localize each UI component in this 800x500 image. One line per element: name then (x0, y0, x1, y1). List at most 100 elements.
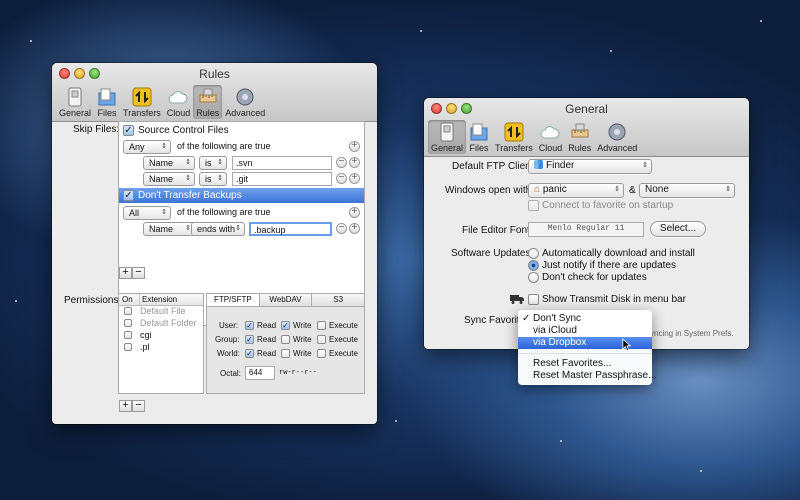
rule2-cond1-op-popup[interactable]: ends with ⇕ (191, 222, 245, 236)
updates-none-radio[interactable] (528, 272, 539, 283)
world-read-checkbox[interactable]: ✓ (245, 349, 254, 358)
rule2-cond1-value-field[interactable]: .backup (249, 222, 332, 236)
group-read-checkbox[interactable]: ✓ (245, 335, 254, 344)
zoom-button[interactable] (461, 103, 472, 114)
octal-field[interactable]: 644 (245, 366, 275, 380)
show-transmit-disk-label: Show Transmit Disk in menu bar (542, 294, 686, 305)
perm-row[interactable]: Default Folder (119, 318, 203, 330)
updates-notify-label: Just notify if there are updates (542, 260, 676, 271)
window-title: Rules (199, 67, 230, 81)
finder-icon (534, 160, 543, 169)
rule1-cond1-op-popup[interactable]: is ⇕ (199, 156, 227, 170)
general-switch-icon (68, 87, 82, 107)
minimize-button[interactable] (74, 68, 85, 79)
general-toolbar: General Files Transfers Cloud Rules Adva… (424, 120, 749, 156)
tab-rules[interactable]: Rules (193, 85, 223, 119)
rule2-cond1-add-button[interactable]: + (349, 223, 360, 234)
user-write-checkbox[interactable]: ✓ (281, 321, 290, 330)
user-read-label: Read (257, 321, 277, 330)
connect-favorite-checkbox[interactable] (528, 200, 539, 211)
rule1-cond1-value-field[interactable]: .svn (232, 156, 332, 170)
default-ftp-client-popup[interactable]: Finder ⇕ (528, 159, 652, 174)
rule1-cond1-remove-button[interactable]: − (336, 157, 347, 168)
menu-item-reset-favorites[interactable]: Reset Favorites... (518, 358, 652, 370)
close-button[interactable] (431, 103, 442, 114)
rule-source-control-label: Source Control Files (138, 125, 229, 136)
rule2-add-button[interactable]: + (349, 207, 360, 218)
rule1-cond2-field-popup[interactable]: Name ⇕ (143, 172, 195, 186)
rule-source-control-checkbox[interactable]: ✓ (123, 125, 134, 136)
rule1-add-button[interactable]: + (349, 141, 360, 152)
rule1-cond1-field-popup[interactable]: Name ⇕ (143, 156, 195, 170)
tab-rules[interactable]: Rules (565, 120, 594, 154)
world-write-checkbox[interactable] (281, 349, 290, 358)
transfers-arrows-icon (132, 87, 152, 107)
rule2-cond1-remove-button[interactable]: − (336, 223, 347, 234)
tab-cloud[interactable]: Cloud (536, 120, 566, 154)
tab-cloud[interactable]: Cloud (164, 85, 194, 119)
rule1-cond2-op-popup[interactable]: is ⇕ (199, 172, 227, 186)
tab-advanced[interactable]: Advanced (594, 120, 640, 154)
user-read-checkbox[interactable]: ✓ (245, 321, 254, 330)
transmit-truck-icon (510, 295, 524, 304)
tab-advanced[interactable]: Advanced (222, 85, 268, 119)
world-read-label: Read (257, 349, 277, 358)
rule1-cond1-add-button[interactable]: + (349, 157, 360, 168)
tab-general[interactable]: General (428, 120, 467, 154)
rules-ruler-icon (199, 88, 217, 103)
world-execute-checkbox[interactable] (317, 349, 326, 358)
group-execute-checkbox[interactable] (317, 335, 326, 344)
perm-row[interactable]: Default File (119, 306, 203, 318)
perm-col-on[interactable]: On (122, 294, 133, 305)
rule1-cond2-value-field[interactable]: .git (232, 172, 332, 186)
user-write-label: Write (293, 321, 312, 330)
tab-ftp-sftp[interactable]: FTP/SFTP (207, 294, 260, 306)
rule2-cond1-field-popup[interactable]: Name ⇕ (143, 222, 195, 236)
perm-col-extension[interactable]: Extension (139, 294, 177, 305)
rules-ruler-icon (571, 123, 589, 138)
windows-open-second-popup[interactable]: None ⇕ (639, 183, 735, 198)
zoom-button[interactable] (89, 68, 100, 79)
user-execute-checkbox[interactable] (317, 321, 326, 330)
tab-transfers[interactable]: Transfers (120, 85, 164, 119)
perm-tabs-panel: FTP/SFTP WebDAV S3 User: ✓ Read ✓ Write … (206, 293, 365, 394)
updates-notify-radio[interactable] (528, 260, 539, 271)
remove-permission-button[interactable]: − (132, 400, 145, 412)
minimize-button[interactable] (446, 103, 457, 114)
rule-backups-checkbox[interactable]: ✓ (123, 190, 134, 201)
perm-row[interactable]: cgi (119, 330, 203, 342)
add-rule-button[interactable]: + (119, 267, 132, 279)
tab-general[interactable]: General (56, 85, 94, 119)
perm-row[interactable]: .pl (119, 342, 203, 354)
select-font-button[interactable]: Select... (650, 221, 706, 237)
rule2-match-popup[interactable]: All ⇕ (123, 206, 171, 220)
remove-rule-button[interactable]: − (132, 267, 145, 279)
checkmark-icon: ✓ (522, 313, 531, 324)
file-editor-font-field: Menlo Regular 11 (528, 222, 644, 237)
group-write-checkbox[interactable] (281, 335, 290, 344)
rule1-cond2-remove-button[interactable]: − (336, 173, 347, 184)
mouse-cursor-icon (622, 338, 632, 352)
general-titlebar: General General Files Transfers Cloud Ru… (424, 98, 749, 157)
tab-transfers[interactable]: Transfers (492, 120, 536, 154)
files-icon (470, 123, 488, 141)
menu-item-via-icloud[interactable]: via iCloud (518, 325, 652, 337)
tab-files[interactable]: Files (466, 120, 492, 154)
rule1-cond2-add-button[interactable]: + (349, 173, 360, 184)
updates-auto-radio[interactable] (528, 248, 539, 259)
updates-auto-label: Automatically download and install (542, 248, 695, 259)
tab-webdav[interactable]: WebDAV (259, 294, 313, 306)
rule1-match-popup[interactable]: Any ⇕ (123, 140, 171, 154)
show-transmit-disk-checkbox[interactable] (528, 294, 539, 305)
add-permission-button[interactable]: + (119, 400, 132, 412)
menu-item-reset-master-passphrase[interactable]: Reset Master Passphrase... (518, 370, 656, 382)
perm-group-label: Group: (215, 335, 240, 344)
perm-world-label: World: (217, 349, 240, 358)
tab-files[interactable]: Files (94, 85, 120, 119)
menu-item-dont-sync[interactable]: ✓ Don't Sync (518, 313, 652, 325)
general-switch-icon (440, 122, 454, 142)
tab-s3[interactable]: S3 (312, 294, 365, 306)
windows-open-popup[interactable]: ⌂ panic ⇕ (528, 183, 624, 198)
close-button[interactable] (59, 68, 70, 79)
menu-separator (518, 353, 652, 354)
